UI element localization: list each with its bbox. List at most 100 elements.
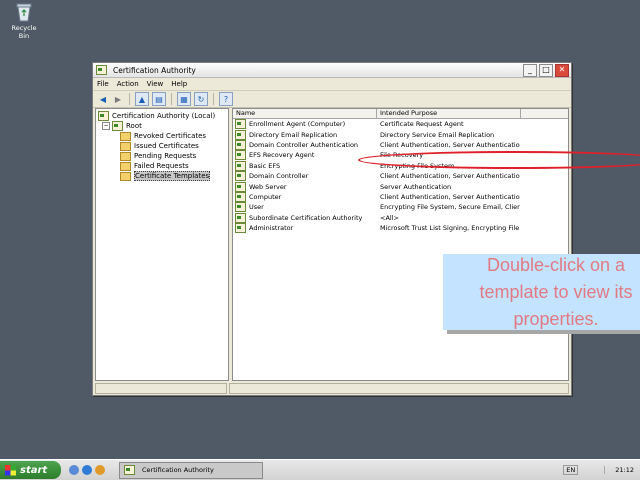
column-header-purpose[interactable]: Intended Purpose: [377, 109, 521, 118]
taskbar-button-label: Certification Authority: [142, 466, 214, 474]
folder-icon: [120, 141, 131, 151]
tree-item-pending[interactable]: Pending Requests: [98, 151, 226, 161]
toolbar-separator: [129, 93, 130, 105]
folder-icon: [120, 151, 131, 161]
certificate-template-icon: [235, 129, 246, 140]
tree-item-label: Issued Certificates: [134, 142, 199, 150]
media-player-icon[interactable]: [95, 465, 105, 475]
tree-ca-node[interactable]: − Root: [98, 121, 226, 131]
status-pane: [95, 383, 227, 394]
table-row[interactable]: User Encrypting File System, Secure Email…: [233, 202, 568, 213]
window-titlebar[interactable]: Certification Authority _ □ ✕: [93, 63, 571, 78]
tree-root-label: Certification Authority (Local): [112, 112, 216, 120]
certificate-template-icon: [235, 160, 246, 171]
template-purpose: <All>: [380, 213, 399, 222]
table-row[interactable]: Domain Controller Authentication Client A…: [233, 139, 568, 150]
template-purpose: Directory Service Email Replication: [380, 130, 495, 139]
folder-icon: [120, 161, 131, 171]
tree-item-label: Revoked Certificates: [134, 132, 207, 140]
template-name: User: [249, 203, 264, 212]
column-header-name[interactable]: Name: [233, 109, 377, 118]
tree-item-failed[interactable]: Failed Requests: [98, 161, 226, 171]
taskbar-button-certification-authority[interactable]: Certification Authority: [119, 461, 263, 479]
folder-icon: [120, 171, 131, 181]
template-name: Enrollment Agent (Computer): [249, 120, 346, 129]
folder-icon: [120, 131, 131, 141]
recycle-bin-label: Recycle Bin: [11, 24, 37, 40]
tree-item-issued[interactable]: Issued Certificates: [98, 141, 226, 151]
template-purpose: Client Authentication, Server Authentica…: [380, 172, 520, 181]
toolbar: ◀ ▶ ▲ ▤ ▦ ↻ ?: [93, 91, 571, 108]
refresh-icon[interactable]: ↻: [194, 92, 208, 106]
certificate-template-icon: [235, 181, 246, 192]
minimize-button[interactable]: _: [523, 63, 537, 77]
template-name: Domain Controller Authentication: [249, 140, 359, 149]
windows-logo-icon: [5, 464, 16, 476]
certificate-template-icon: [235, 191, 246, 202]
menu-view[interactable]: View: [147, 80, 164, 88]
back-arrow-icon[interactable]: ◀: [97, 93, 109, 105]
up-folder-icon[interactable]: ▲: [135, 92, 149, 106]
start-label: start: [20, 464, 48, 476]
table-row[interactable]: Administrator Microsoft Trust List Signin…: [233, 223, 568, 234]
collapse-icon[interactable]: −: [102, 122, 110, 130]
status-bar: [95, 383, 569, 394]
menu-action[interactable]: Action: [117, 80, 139, 88]
table-row[interactable]: Directory Email Replication Directory Ser…: [233, 129, 568, 140]
tree-item-templates[interactable]: Certificate Templates: [98, 171, 226, 181]
template-name: Computer: [249, 192, 282, 201]
certification-authority-window: Certification Authority _ □ ✕ File Actio…: [92, 62, 640, 396]
window-title: Certification Authority: [113, 65, 196, 75]
internet-explorer-icon[interactable]: [82, 465, 92, 475]
tree-item-label: Pending Requests: [134, 152, 197, 160]
certificate-template-icon: [235, 212, 246, 223]
template-name: Basic EFS: [249, 161, 281, 170]
clock[interactable]: 21:12: [604, 466, 634, 474]
template-purpose: Client Authentication, Server Authentica…: [380, 192, 520, 201]
forward-arrow-icon[interactable]: ▶: [112, 93, 124, 105]
maximize-button[interactable]: □: [539, 63, 553, 77]
show-desktop-icon[interactable]: [69, 465, 79, 475]
menubar: File Action View Help: [93, 78, 571, 91]
template-name: EFS Recovery Agent: [249, 151, 315, 160]
table-row[interactable]: Enrollment Agent (Computer) Certificate R…: [233, 119, 568, 130]
table-row[interactable]: Web Server Server Authentication: [233, 181, 568, 192]
status-pane: [229, 383, 569, 394]
language-indicator[interactable]: EN: [563, 465, 579, 475]
menu-file[interactable]: File: [97, 80, 109, 88]
certificate-template-icon: [235, 139, 246, 150]
certificate-template-icon: [235, 119, 246, 130]
table-row[interactable]: Computer Client Authentication, Server Au…: [233, 191, 568, 202]
tree-ca-label: Root: [126, 122, 142, 130]
recycle-bin-desktop-icon[interactable]: Recycle Bin: [6, 2, 42, 40]
template-purpose: Microsoft Trust List Signing, Encrypting…: [380, 224, 520, 233]
certificate-template-icon: [235, 202, 246, 213]
close-button[interactable]: ✕: [555, 63, 569, 77]
template-purpose: Server Authentication: [380, 182, 452, 191]
tree-item-revoked[interactable]: Revoked Certificates: [98, 131, 226, 141]
toolbar-separator: [171, 93, 172, 105]
template-purpose: Encrypting File System, Secure Email, Cl…: [380, 203, 520, 212]
template-name: Web Server: [249, 182, 287, 191]
tree-root[interactable]: Certification Authority (Local): [98, 111, 226, 121]
template-name: Administrator: [249, 224, 294, 233]
toolbar-separator: [213, 93, 214, 105]
properties-icon[interactable]: ▦: [177, 92, 191, 106]
column-header-filler: [521, 109, 568, 118]
show-tree-icon[interactable]: ▤: [152, 92, 166, 106]
taskbar: start Certification Authority EN 21:12: [0, 459, 640, 480]
window-app-icon: [96, 65, 107, 75]
ca-server-icon: [112, 121, 123, 131]
template-purpose: Client Authentication, Server Authentica…: [380, 140, 520, 149]
details-list: Name Intended Purpose Enrollment Agent (…: [232, 108, 640, 381]
help-icon[interactable]: ?: [219, 92, 233, 106]
recycle-bin-icon: [16, 3, 32, 22]
table-row[interactable]: Domain Controller Client Authentication, …: [233, 171, 568, 182]
table-row[interactable]: Subordinate Certification Authority <All>: [233, 212, 568, 223]
certificate-template-icon: [235, 223, 246, 234]
tree-item-label: Failed Requests: [134, 162, 189, 170]
menu-help[interactable]: Help: [171, 80, 187, 88]
start-button[interactable]: start: [0, 461, 61, 479]
certificate-authority-icon: [124, 465, 135, 475]
template-name: Directory Email Replication: [249, 130, 338, 139]
